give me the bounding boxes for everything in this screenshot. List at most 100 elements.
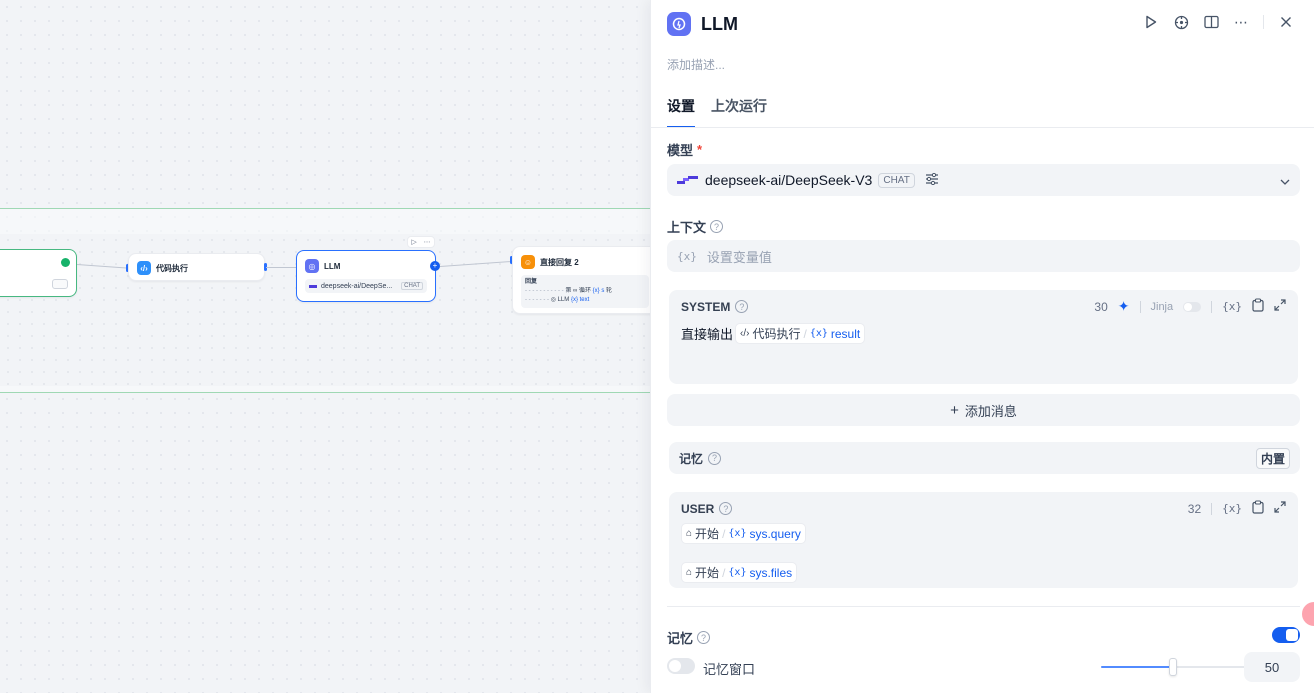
builtin-badge: 内置 [1255,447,1290,469]
reply-line: - - - - - - - ◎ LLM {x} text [525,297,590,303]
prompt-role: USER [681,501,715,516]
memory-toggle[interactable] [1272,627,1300,643]
panel-title[interactable]: LLM [701,14,738,35]
llm-mini-icon: ◎ [550,297,556,303]
floating-assistant-icon[interactable] [1300,600,1314,628]
expand-icon[interactable] [1274,299,1286,314]
memory-window-slider[interactable] [1101,658,1245,676]
divider [1211,502,1213,515]
llm-icon [667,12,691,36]
node-toolbar[interactable]: ▷ ⋯ [407,236,435,248]
node-title: LLM [324,261,341,271]
target-icon[interactable] [1173,14,1189,30]
close-icon[interactable] [1278,14,1294,30]
node-model-row: deepseek-ai/DeepSe... CHAT [305,279,427,293]
jinja-label: Jinja [1150,300,1174,313]
success-icon [61,258,70,267]
model-label: 模型 * [667,142,703,158]
panel-tabs: 设置 上次运行 [667,96,767,128]
context-variable-input[interactable]: {x} 设置变量值 [667,240,1300,272]
tab-last-run[interactable]: 上次运行 [711,96,767,128]
edge [266,267,298,268]
run-icon[interactable] [1143,14,1159,30]
insert-variable-icon[interactable]: {x} [1222,300,1242,313]
home-icon: ⌂ [686,567,693,578]
divider [1139,300,1141,313]
memory-window-label: 记忆窗口 [703,662,756,677]
context-label: 上下文 ? [667,217,724,236]
plus-icon: + [950,401,959,419]
run-icon[interactable]: ▷ [411,238,416,246]
memory-row-label: 记忆 [679,451,704,466]
slider-handle[interactable] [1169,658,1177,676]
memory-label: 记忆 ? [667,628,711,647]
memory-row: 记忆 ? 内置 [669,442,1300,474]
copy-icon[interactable] [1252,298,1264,315]
loop-icon: ∞ [573,288,578,294]
context-placeholder: 设置变量值 [706,249,772,265]
workflow-canvas[interactable]: ‹/› 代码执行 ▷ ⋯ ◎ LLM deepseek-ai/DeepSe... … [0,0,650,693]
help-icon[interactable]: ? [719,502,733,515]
variable-chip[interactable]: ⌂ 开始 / {x} sys.query [681,523,806,544]
user-prompt-editor[interactable]: USER ? 32 {x} ⌂ 开始 / {x} sys.query ⌂ 开始 … [669,492,1298,588]
add-message-button[interactable]: + 添加消息 [667,394,1300,426]
node-title: 直接回复 2 [540,257,579,267]
llm-node[interactable]: ◎ LLM deepseek-ai/DeepSe... CHAT [296,250,436,302]
home-icon: ⌂ [686,528,693,539]
variable-chip[interactable]: ⌂ 开始 / {x} sys.files [681,562,798,583]
start-node[interactable] [0,249,77,297]
more-icon[interactable]: ⋯ [1233,14,1249,30]
panel-toolbar: ⋯ [1143,14,1294,30]
more-icon[interactable]: ⋯ [424,238,431,246]
tab-settings[interactable]: 设置 [667,96,695,128]
add-node-icon[interactable]: + [430,261,440,271]
model-params-icon[interactable] [925,172,939,188]
deepseek-icon [309,284,317,288]
answer-icon: ☺ [521,255,535,269]
help-icon[interactable]: ? [697,631,711,644]
help-icon[interactable]: ? [708,451,722,465]
node-model-badge: CHAT [401,282,423,290]
tab-divider [651,127,1314,128]
memory-window-value[interactable]: 50 [1244,652,1300,682]
model-mode-badge: CHAT [878,172,915,188]
copy-icon[interactable] [1252,500,1264,517]
prompt-content[interactable]: 直接输出 ‹/› 代码执行 / {x} result [681,323,1286,344]
answer-node[interactable]: ☺ 直接回复 2 回复 - - - - - - - - - - - 第 ∞ 循环… [512,246,650,314]
system-prompt-editor[interactable]: SYSTEM ? 30 ✦ Jinja {x} 直接输出 ‹/› 代码执行 / … [669,290,1298,384]
node-tag [52,279,68,289]
code-icon: ‹/› [137,261,151,275]
sparkle-icon[interactable]: ✦ [1118,298,1130,315]
book-icon[interactable] [1203,14,1219,30]
expand-icon[interactable] [1274,501,1286,516]
token-count: 32 [1187,501,1202,516]
node-settings-panel: LLM ⋯ 添加描述... 设置 上次运行 模型 * deepseek-ai/D… [650,0,1314,693]
toolbar-divider [1263,15,1264,29]
help-icon[interactable]: ? [710,220,724,233]
deepseek-icon [677,172,699,188]
node-model-name: deepseek-ai/DeepSe... [321,282,393,290]
node-title: 代码执行 [156,263,188,273]
llm-icon: ◎ [305,259,319,273]
reply-label: 回复 [525,279,538,285]
prompt-content[interactable]: ⌂ 开始 / {x} sys.query ⌂ 开始 / {x} sys.file… [681,523,1286,583]
token-count: 30 [1094,299,1108,314]
help-icon[interactable]: ? [735,300,749,313]
model-name: deepseek-ai/DeepSeek-V3 [705,172,873,188]
insert-variable-icon[interactable]: {x} [1222,502,1242,515]
code-icon: ‹/› [740,328,750,339]
reply-line: - - - - - - - - - - - 第 ∞ 循环 {x} s 轮 [525,288,613,294]
required-mark: * [697,142,703,157]
slider-fill [1101,666,1173,668]
code-node[interactable]: ‹/› 代码执行 [128,253,265,281]
variable-chip[interactable]: ‹/› 代码执行 / {x} result [735,323,866,344]
description-input[interactable]: 添加描述... [667,56,725,73]
chevron-down-icon[interactable] [1280,172,1290,188]
variable-icon: {x} [677,249,697,263]
jinja-toggle[interactable] [1183,301,1202,312]
answer-body: 回复 - - - - - - - - - - - 第 ∞ 循环 {x} s 轮 … [521,275,649,308]
prompt-role: SYSTEM [681,299,731,314]
memory-window-toggle[interactable] [667,658,695,674]
divider [1211,300,1213,313]
model-selector[interactable]: deepseek-ai/DeepSeek-V3 CHAT [667,164,1300,196]
